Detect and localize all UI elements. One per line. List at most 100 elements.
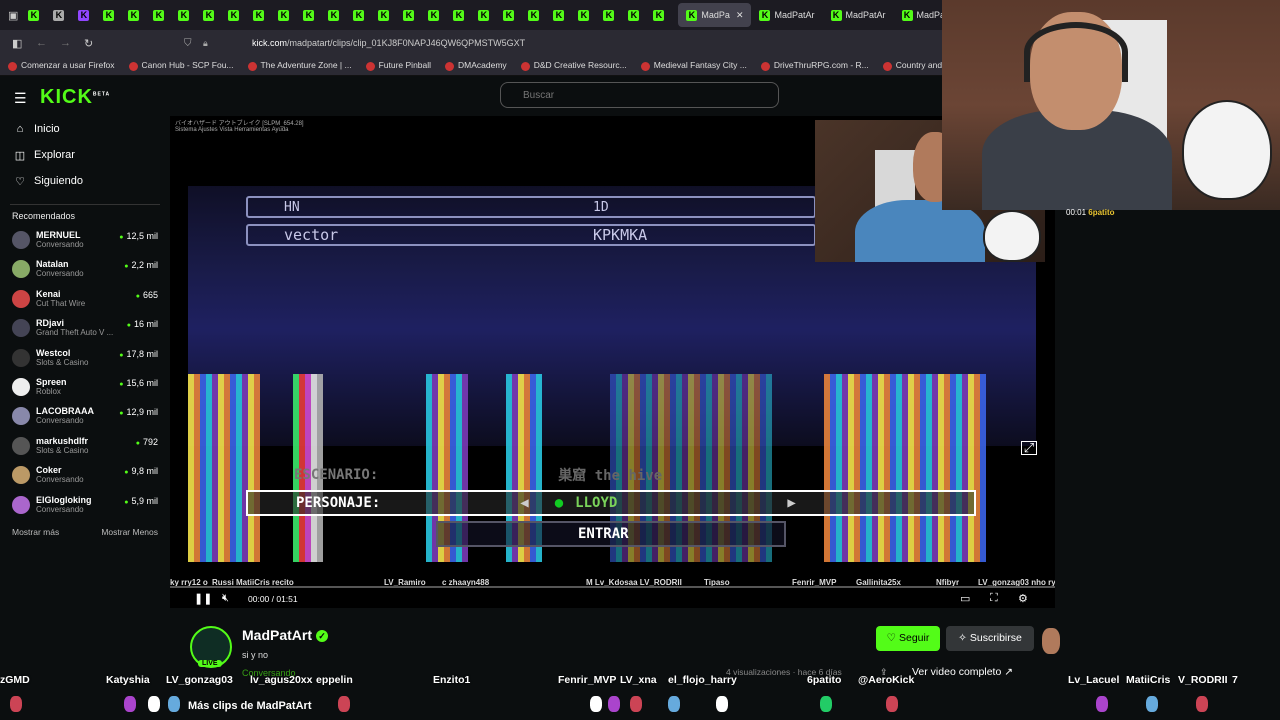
- pinned-tab-kick-icon[interactable]: K: [603, 9, 615, 21]
- recommended-channel[interactable]: KenaiCut That Wire665: [0, 286, 170, 315]
- recommended-channel[interactable]: NatalanConversando2,2 mil: [0, 256, 170, 285]
- recommended-channel[interactable]: SpreenRoblox15,6 mil: [0, 374, 170, 403]
- menu-icon[interactable]: ☰: [14, 90, 27, 107]
- chat-emote-icon: [668, 696, 680, 712]
- follow-button[interactable]: ♡ Seguir: [876, 626, 940, 651]
- pinned-tab-kick-icon[interactable]: K: [28, 9, 40, 21]
- recommended-channel[interactable]: RDjaviGrand Theft Auto V ...16 mil: [0, 315, 170, 344]
- mute-icon[interactable]: 🔇︎: [222, 592, 229, 605]
- theater-icon[interactable]: ▭: [960, 592, 970, 605]
- bookmark-item[interactable]: Medieval Fantasy City ...: [640, 60, 747, 71]
- bookmark-item[interactable]: Comenzar a usar Firefox: [8, 60, 115, 71]
- tab-active[interactable]: K MadPa ✕: [678, 3, 752, 27]
- enter-row: ENTRAR: [436, 521, 786, 547]
- forward-icon[interactable]: →: [60, 37, 71, 49]
- recommended-channel[interactable]: markushdlfrSlots & Casino792: [0, 433, 170, 462]
- chat-user: 6patito: [1088, 208, 1115, 217]
- pinned-tab-kick-icon[interactable]: K: [53, 9, 65, 21]
- pinned-tab-kick-icon[interactable]: K: [78, 9, 90, 21]
- recommended-channel[interactable]: WestcolSlots & Casino17,8 mil: [0, 345, 170, 374]
- pinned-tab-kick-icon[interactable]: K: [128, 9, 140, 21]
- recommended-channel[interactable]: LACOBRAAAConversando12,9 mil: [0, 403, 170, 432]
- chat-emote-icon: [1146, 696, 1158, 712]
- shield-icon[interactable]: ⛉: [184, 38, 192, 49]
- pinned-tab-kick-icon[interactable]: K: [403, 9, 415, 21]
- pinned-tab-kick-icon[interactable]: K: [303, 9, 315, 21]
- pinned-tab-kick-icon[interactable]: K: [378, 9, 390, 21]
- pinned-tab-kick-icon[interactable]: K: [553, 9, 565, 21]
- chat-emote-icon: [124, 696, 136, 712]
- pinned-tab-kick-icon[interactable]: K: [228, 9, 240, 21]
- heart-icon: ♡: [15, 175, 25, 188]
- pinned-tab-kick-icon[interactable]: K: [178, 9, 190, 21]
- tab-list-icon[interactable]: ▣: [0, 9, 26, 22]
- avatar: [12, 260, 30, 279]
- pinned-tab-kick-icon[interactable]: K: [453, 9, 465, 21]
- pinned-tab-kick-icon[interactable]: K: [653, 9, 665, 21]
- chat-username: 7: [1232, 674, 1238, 686]
- channel-name[interactable]: MadPatArt ✓: [242, 627, 329, 643]
- live-badge: LIVE: [198, 660, 222, 667]
- pinned-tab-kick-icon[interactable]: K: [203, 9, 215, 21]
- clip-title: si y no: [242, 650, 269, 660]
- player-controls: ❚❚ 🔇︎ 00:00 / 01:51 ▭ ⛶ ⚙: [170, 586, 1055, 608]
- tab-label: MadPatAr: [774, 10, 815, 20]
- bookmark-favicon-icon: [640, 61, 650, 71]
- tab[interactable]: K MadPatAr: [751, 3, 822, 27]
- search-input[interactable]: [500, 82, 779, 108]
- bookmark-item[interactable]: The Adventure Zone | ...: [247, 60, 352, 71]
- fullscreen-icon[interactable]: ⛶: [990, 592, 998, 605]
- sidebar-item-siguiendo[interactable]: ♡ Siguiendo: [0, 168, 170, 194]
- pinned-tab-kick-icon[interactable]: K: [628, 9, 640, 21]
- show-less-link[interactable]: Mostrar Menos: [101, 527, 158, 537]
- expand-icon[interactable]: ⤢: [1021, 441, 1037, 455]
- character-value: LLOYD: [575, 495, 618, 511]
- tab[interactable]: K MadPatAr: [823, 3, 894, 27]
- pinned-tab-kick-icon[interactable]: K: [278, 9, 290, 21]
- pause-icon[interactable]: ❚❚: [194, 592, 212, 605]
- pinned-tab-kick-icon[interactable]: K: [103, 9, 115, 21]
- chat-username: LV_gonzag03: [166, 674, 233, 686]
- back-icon[interactable]: ←: [36, 37, 47, 49]
- hn-label: HN: [284, 199, 300, 215]
- compass-icon: ◫: [14, 149, 26, 162]
- bookmark-item[interactable]: Future Pinball: [365, 60, 431, 71]
- channel-category: Conversando: [36, 240, 84, 249]
- subscribe-button[interactable]: ✧ Suscribirse: [946, 626, 1034, 651]
- recommended-title: Recomendados: [12, 211, 76, 221]
- url-text[interactable]: kick.com/madpatart/clips/clip_01KJ8F0NAP…: [252, 38, 525, 48]
- settings-icon[interactable]: ⚙: [1018, 592, 1028, 605]
- bookmark-favicon-icon: [247, 61, 257, 71]
- sidebar-toggle-icon[interactable]: ◧: [12, 37, 22, 50]
- pinned-tab-kick-icon[interactable]: K: [153, 9, 165, 21]
- chat-username: eppelin: [316, 674, 353, 686]
- pinned-tab-kick-icon[interactable]: K: [528, 9, 540, 21]
- pinned-tab-kick-icon[interactable]: K: [428, 9, 440, 21]
- heart-icon: ♡: [886, 632, 897, 644]
- name-value: KPKMKA: [593, 226, 648, 244]
- pinned-tab-kick-icon[interactable]: K: [328, 9, 340, 21]
- bookmark-item[interactable]: Canon Hub - SCP Fou...: [128, 60, 234, 71]
- pinned-tab-kick-icon[interactable]: K: [253, 9, 265, 21]
- pinned-tab-kick-icon[interactable]: K: [353, 9, 365, 21]
- sidebar-item-explorar[interactable]: ◫ Explorar: [0, 142, 170, 168]
- pinned-tab-kick-icon[interactable]: K: [503, 9, 515, 21]
- pinned-tab-kick-icon[interactable]: K: [578, 9, 590, 21]
- kick-logo[interactable]: KICKBETA: [40, 86, 110, 109]
- bookmark-item[interactable]: D&D Creative Resourc...: [520, 60, 627, 71]
- reload-icon[interactable]: ↻: [84, 37, 93, 50]
- bookmark-item[interactable]: DMAcademy: [445, 60, 507, 71]
- bookmark-item[interactable]: DriveThruRPG.com - R...: [760, 60, 869, 71]
- character-row: PERSONAJE: ◀ ● LLOYD ▶: [246, 490, 976, 516]
- recommended-channel[interactable]: ElGloglokingConversando5,9 mil: [0, 492, 170, 521]
- recommended-channel[interactable]: CokerConversando9,8 mil: [0, 462, 170, 491]
- sidebar-item-inicio[interactable]: ⌂ Inicio: [0, 116, 170, 142]
- recommended-channel[interactable]: MERNUELConversando12,5 mil: [0, 227, 170, 256]
- channel-category: Slots & Casino: [36, 357, 89, 367]
- show-more-link[interactable]: Mostrar más: [12, 527, 59, 537]
- progress-bar[interactable]: [170, 586, 1055, 588]
- headphones: [1024, 22, 1128, 82]
- pinned-tab-kick-icon[interactable]: K: [478, 9, 490, 21]
- close-tab-icon[interactable]: ✕: [736, 10, 744, 21]
- viewer-count: 5,9 mil: [124, 496, 158, 506]
